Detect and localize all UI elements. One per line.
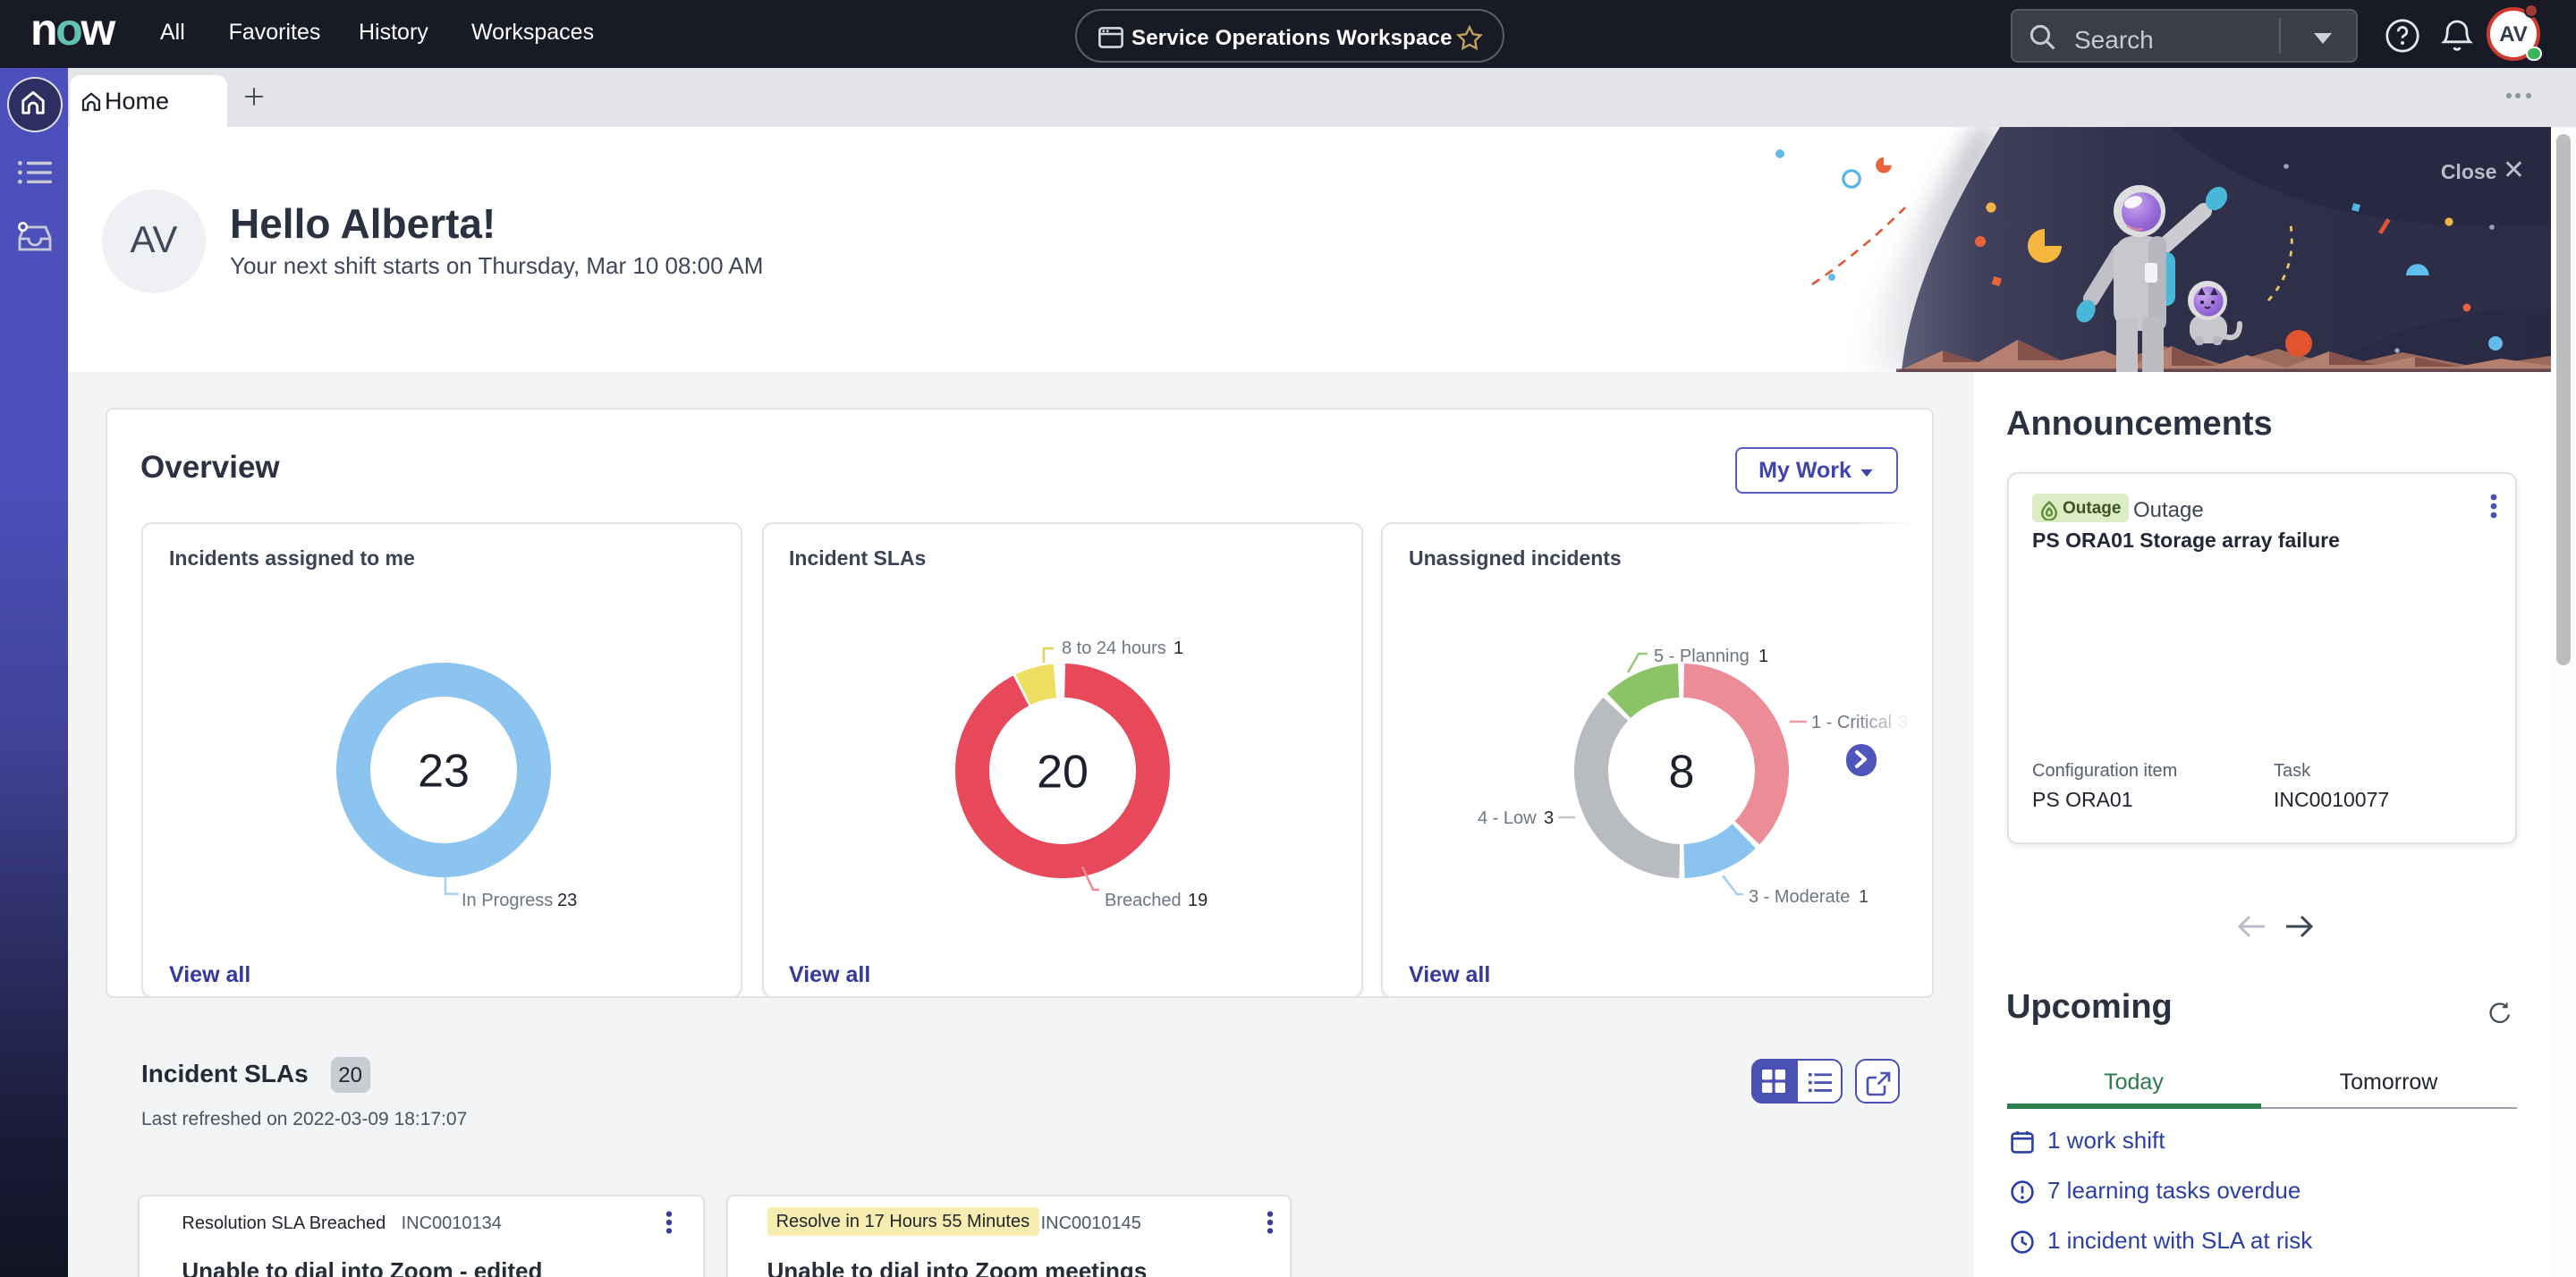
svg-text:3 - Moderate: 3 - Moderate [1749,886,1850,906]
svg-text:23: 23 [557,890,577,909]
svg-text:1: 1 [1173,638,1182,657]
svg-text:8 to 24 hours: 8 to 24 hours [1061,638,1165,657]
svg-text:5 - Planning: 5 - Planning [1654,646,1750,665]
svg-text:19: 19 [1187,890,1207,909]
svg-text:1: 1 [1758,646,1768,665]
svg-text:Breached: Breached [1104,890,1181,909]
svg-text:23: 23 [418,745,470,797]
svg-text:8: 8 [1669,746,1695,798]
svg-text:20: 20 [1036,746,1088,798]
svg-text:In Progress: In Progress [462,890,553,909]
svg-text:4 - Low: 4 - Low [1478,808,1537,827]
svg-text:3: 3 [1544,808,1554,827]
